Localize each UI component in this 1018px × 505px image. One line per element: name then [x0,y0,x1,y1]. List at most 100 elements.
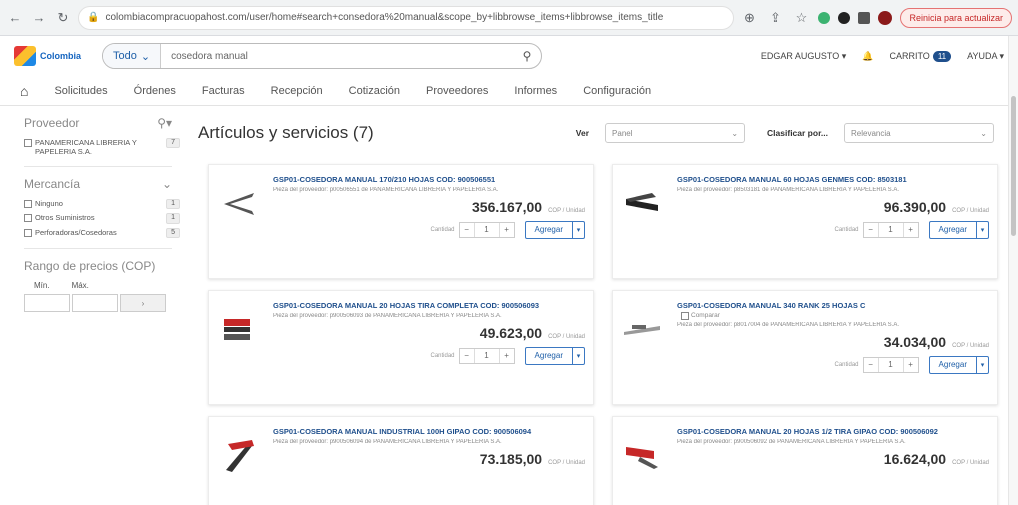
facet-supplier-header[interactable]: Proveedor ⚲▾ [24,116,180,130]
search-facet-icon[interactable]: ⚲▾ [157,116,172,130]
zoom-icon[interactable]: ⊕ [740,9,758,27]
nav-item-facturas[interactable]: Facturas [202,85,245,97]
sort-select[interactable]: Relevancia ⌄ [844,123,994,143]
help-menu[interactable]: AYUDA ▾ [967,51,1004,62]
product-image[interactable] [621,309,663,351]
product-image[interactable] [217,183,259,225]
increase-quantity-button[interactable]: + [904,358,918,372]
cart-button[interactable]: CARRITO 11 [889,51,952,62]
price-unit: COP / Unidad [548,459,585,466]
chevron-down-icon[interactable]: ▾ [572,221,584,238]
decrease-quantity-button[interactable]: − [460,223,474,237]
cart-count-badge: 11 [932,51,952,62]
facet-count: 1 [166,199,180,210]
product-image[interactable] [621,435,663,477]
url-text[interactable]: colombiacompracuopahost.com/user/home#se… [105,12,725,23]
restart-update-button[interactable]: Reinicia para actualizar [900,7,1012,28]
decrease-quantity-button[interactable]: − [864,358,878,372]
facet-price-header: Rango de precios (COP) [24,259,180,273]
product-image[interactable] [217,435,259,477]
colombia-compra-logo[interactable]: Colombia [14,46,90,66]
quantity-value[interactable]: 1 [877,357,904,372]
share-icon[interactable]: ⇪ [766,9,784,27]
search-input[interactable] [161,44,513,68]
facet-option[interactable]: PANAMERICANA LIBRERIA Y PAPELERIA S.A. 7 [24,138,180,156]
product-image[interactable] [621,183,663,225]
price-max-input[interactable] [72,294,118,313]
compare-checkbox[interactable]: Comparar [681,311,989,320]
facet-option[interactable]: Ninguno 1 [24,199,180,210]
quantity-value[interactable]: 1 [473,222,500,237]
increase-quantity-button[interactable]: + [500,223,514,237]
nav-item-ordenes[interactable]: Órdenes [134,85,176,97]
facet-category-header[interactable]: Mercancía ⌄ [24,177,180,191]
nav-item-recepcion[interactable]: Recepción [271,85,323,97]
search-scope-label: Todo [113,50,137,62]
nav-item-informes[interactable]: Informes [514,85,557,97]
chevron-down-icon[interactable]: ▾ [976,221,988,238]
add-to-cart-button[interactable]: Agregar ▾ [524,346,585,365]
nav-item-proveedores[interactable]: Proveedores [426,85,488,97]
product-name[interactable]: GSP01-COSEDORA MANUAL 340 RANK 25 HOJAS … [677,301,989,311]
back-icon[interactable]: ← [6,9,24,27]
page-scrollbar[interactable] [1008,36,1018,505]
view-select[interactable]: Panel ⌄ [605,123,746,143]
add-to-cart-button[interactable]: Agregar ▾ [928,355,989,374]
product-name[interactable]: GSP01-COSEDORA MANUAL 20 HOJAS 1/2 TIRA … [677,427,989,437]
decrease-quantity-button[interactable]: − [864,223,878,237]
nav-item-configuracion[interactable]: Configuración [583,85,651,97]
checkbox[interactable] [681,311,689,320]
star-icon[interactable]: ☆ [792,9,810,27]
sort-select-value: Relevancia [851,128,891,138]
facet-option[interactable]: Perforadoras/Cosedoras 5 [24,227,180,239]
product-name[interactable]: GSP01-COSEDORA MANUAL INDUSTRIAL 100H GI… [273,427,585,437]
product-card[interactable]: GSP01-COSEDORA MANUAL 20 HOJAS TIRA COMP… [208,290,594,405]
product-image[interactable] [217,309,259,351]
scrollbar-thumb[interactable] [1011,96,1016,236]
reload-icon[interactable]: ↻ [54,9,72,27]
product-name[interactable]: GSP01-COSEDORA MANUAL 170/210 HOJAS cod:… [273,175,585,185]
increase-quantity-button[interactable]: + [500,349,514,363]
profile-avatar[interactable] [878,10,893,25]
help-label: AYUDA [967,50,997,61]
checkbox[interactable] [24,228,32,237]
quantity-value[interactable]: 1 [473,348,500,363]
product-price: 34.034,00 [883,333,947,350]
nav-item-solicitudes[interactable]: Solicitudes [54,85,107,97]
quantity-stepper: − 1 + [862,356,919,373]
chevron-down-icon[interactable]: ▾ [976,356,988,373]
checkbox[interactable] [24,139,32,147]
home-icon[interactable]: ⌂ [20,83,28,99]
nav-item-cotizacion[interactable]: Cotización [349,85,400,97]
product-card[interactable]: GSP01-COSEDORA MANUAL 20 HOJAS 1/2 TIRA … [612,416,998,505]
quantity-value[interactable]: 1 [877,222,904,237]
product-card[interactable]: GSP01-COSEDORA MANUAL INDUSTRIAL 100H GI… [208,416,594,505]
product-name[interactable]: GSP01-COSEDORA MANUAL 20 HOJAS TIRA COMP… [273,301,585,311]
extension-icon[interactable] [818,11,831,24]
search-icon[interactable]: ⚲ [513,49,541,63]
product-card[interactable]: GSP01-COSEDORA MANUAL 340 RANK 25 HOJAS … [612,290,998,405]
notification-icon[interactable]: 🔔 [862,51,873,62]
product-name[interactable]: GSP01-COSEDORA MANUAL 60 HOJAS GENMES co… [677,175,989,185]
extension-puzzle-icon[interactable] [838,11,851,24]
add-to-cart-button[interactable]: Agregar ▾ [928,220,989,239]
increase-quantity-button[interactable]: + [904,223,918,237]
facet-option[interactable]: Otros Suministros 1 [24,213,180,224]
price-min-input[interactable] [24,294,70,313]
view-select-value: Panel [612,128,633,138]
price-max-label: Máx. [71,281,89,291]
product-card[interactable]: GSP01-COSEDORA MANUAL 170/210 HOJAS cod:… [208,164,594,279]
chevron-down-icon[interactable]: ▾ [572,347,584,364]
forward-icon[interactable]: → [30,9,48,27]
add-to-cart-button[interactable]: Agregar ▾ [524,220,585,239]
address-bar[interactable]: 🔒 colombiacompracuopahost.com/user/home#… [78,5,735,30]
search-scope-dropdown[interactable]: Todo ⌄ [103,44,162,68]
filter-sidebar: Proveedor ⚲▾ PANAMERICANA LIBRERIA Y PAP… [24,116,180,505]
product-card[interactable]: GSP01-COSEDORA MANUAL 60 HOJAS GENMES co… [612,164,998,279]
decrease-quantity-button[interactable]: − [460,349,474,363]
sidebar-icon[interactable] [858,11,871,24]
user-menu[interactable]: EDGAR AUGUSTO ▾ [761,51,846,62]
price-apply-button[interactable]: › [120,294,166,313]
checkbox[interactable] [24,214,32,223]
checkbox[interactable] [24,200,32,208]
